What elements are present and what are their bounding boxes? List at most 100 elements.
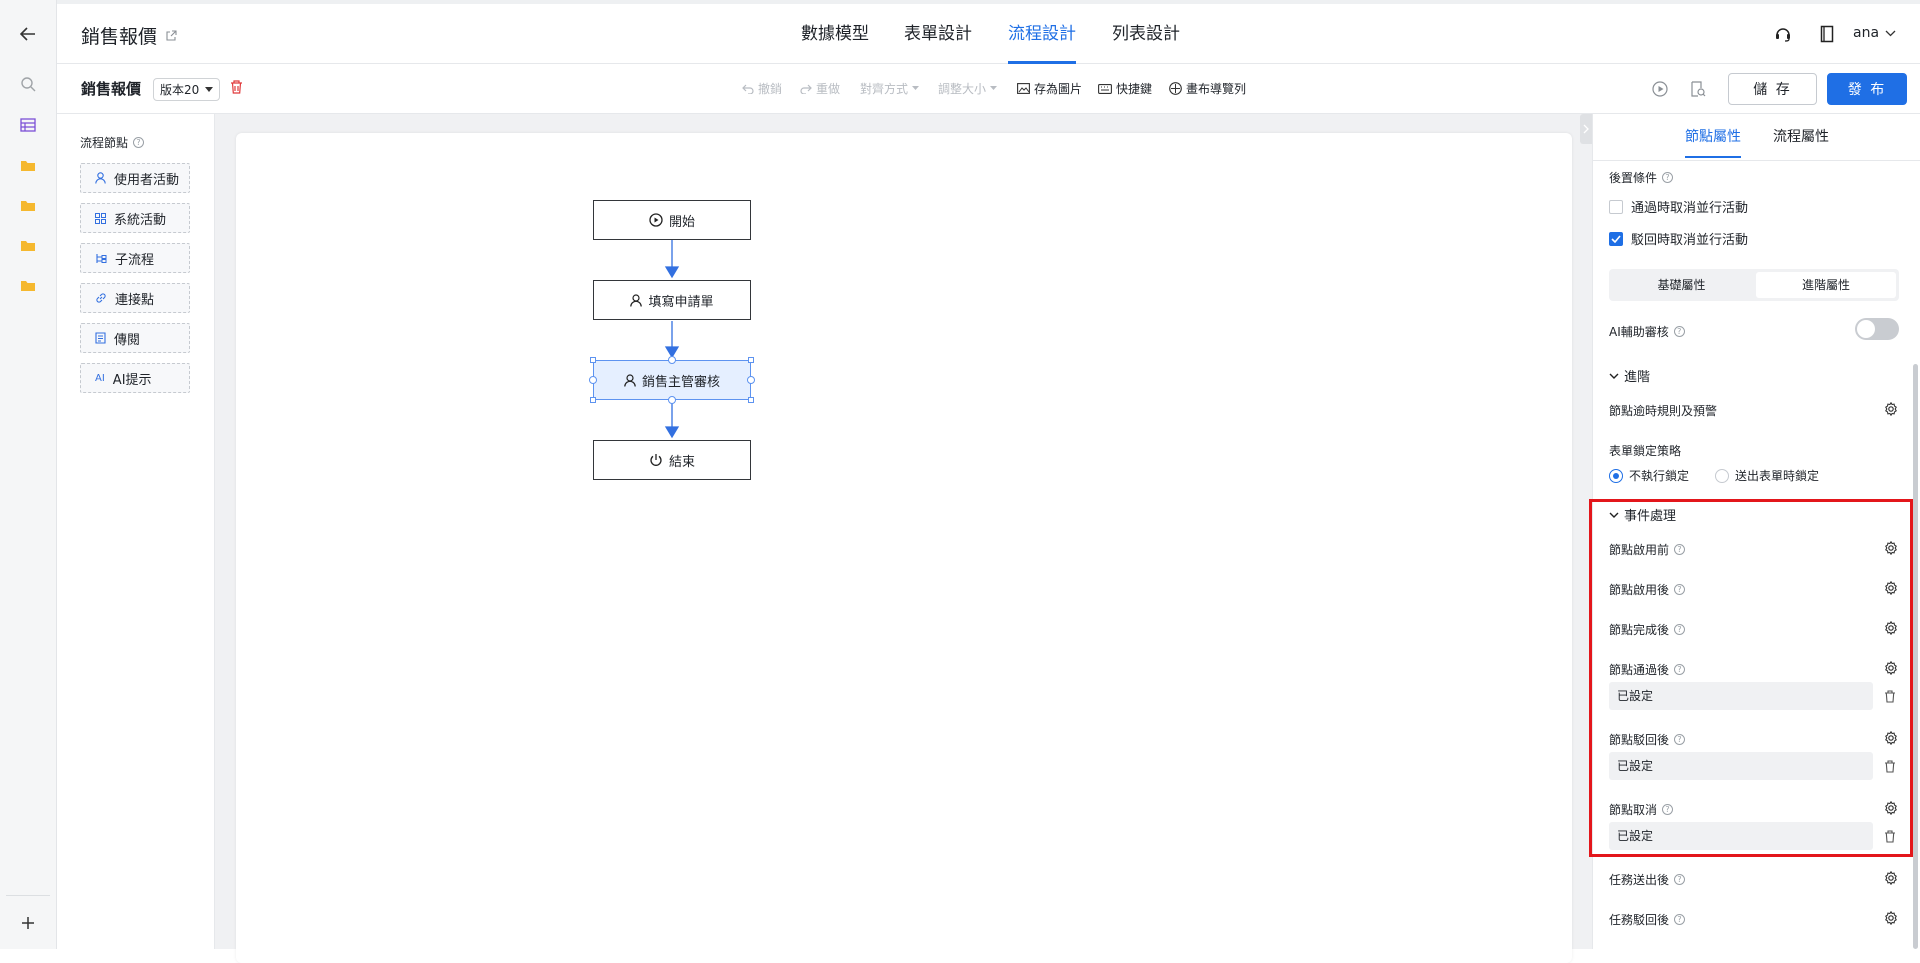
version-label: 版本20	[160, 83, 200, 97]
flow-node-end[interactable]: 結束	[593, 440, 751, 480]
folder-icon[interactable]	[17, 194, 39, 216]
undo-label: 撤銷	[758, 82, 783, 96]
radio-no-lock[interactable]: 不執行鎖定	[1609, 467, 1689, 484]
tab-list-design[interactable]: 列表設計	[1112, 22, 1180, 64]
palette-item-label: 使用者活動	[114, 172, 180, 188]
palette-item-circulate[interactable]: 傳閱	[80, 323, 190, 353]
connect-handle[interactable]	[589, 376, 597, 384]
image-icon	[1017, 83, 1030, 94]
collapse-right-handle[interactable]	[1580, 114, 1592, 144]
publish-button[interactable]: 發 布	[1827, 73, 1907, 105]
app-title: 銷售報價	[81, 22, 177, 49]
align-label: 對齊方式	[860, 82, 909, 96]
save-image-button[interactable]: 存為圖片	[1017, 80, 1082, 97]
tab-form-design[interactable]: 表單設計	[904, 22, 972, 64]
checkbox-label: 通過時取消並行活動	[1631, 201, 1749, 216]
flow-node-label: 填寫申請單	[648, 294, 714, 310]
user-menu[interactable]: ana	[1853, 25, 1896, 41]
segment-advanced[interactable]: 進階屬性	[1756, 272, 1896, 298]
palette-item-system-activity[interactable]: 系統活動	[80, 203, 190, 233]
resize-handle[interactable]	[748, 397, 754, 403]
grid-icon	[95, 212, 106, 224]
run-preview-icon[interactable]	[1652, 81, 1668, 97]
radio-selected[interactable]	[1609, 468, 1623, 483]
palette-item-label: 系統活動	[114, 212, 167, 228]
search-icon[interactable]	[17, 73, 39, 95]
flow-node-start[interactable]: 開始	[593, 200, 751, 240]
connect-handle[interactable]	[668, 396, 676, 404]
gear-icon[interactable]	[1884, 402, 1898, 416]
gear-icon[interactable]	[1884, 871, 1898, 885]
tab-flow-properties[interactable]: 流程屬性	[1773, 126, 1829, 158]
shortcut-button[interactable]: 快捷鍵	[1098, 80, 1152, 97]
user-icon	[95, 172, 106, 184]
resize-label: 調整大小	[938, 82, 987, 96]
help-icon[interactable]: ?	[133, 137, 145, 148]
resize-dropdown[interactable]: 調整大小	[938, 80, 998, 97]
radio-lock-on-submit[interactable]: 送出表單時鎖定	[1715, 467, 1819, 484]
tab-flow-design[interactable]: 流程設計	[1008, 22, 1076, 64]
caret-down-icon	[205, 87, 214, 92]
tab-node-properties[interactable]: 節點屬性	[1685, 126, 1741, 158]
navigator-button[interactable]: 畫布導覽列	[1169, 80, 1246, 97]
checkbox-box-checked[interactable]	[1609, 231, 1623, 246]
flow-canvas[interactable]: 開始 填寫申請單 銷售主管審核 結束	[236, 133, 1572, 963]
subprocess-icon	[95, 253, 107, 264]
checkbox-cancel-on-reject[interactable]: 駁回時取消並行活動	[1609, 229, 1748, 248]
event-label: 任務送出後	[1609, 873, 1670, 887]
version-select[interactable]: 版本20	[153, 78, 221, 101]
table-icon[interactable]	[17, 114, 39, 136]
user-icon	[624, 373, 636, 387]
support-headset-icon[interactable]	[1774, 25, 1792, 43]
resize-handle[interactable]	[748, 357, 754, 363]
back-arrow-icon[interactable]	[17, 23, 39, 45]
panel-scrollbar[interactable]	[1913, 364, 1918, 949]
preview-doc-icon[interactable]	[1691, 81, 1706, 97]
folder-icon[interactable]	[17, 274, 39, 296]
gear-icon[interactable]	[1884, 911, 1898, 925]
palette-item-ai-prompt[interactable]: AI AI提示	[80, 363, 190, 393]
checkbox-box[interactable]	[1609, 199, 1623, 214]
flow-node-fill-form[interactable]: 填寫申請單	[593, 280, 751, 320]
event-label: 任務駁回後	[1609, 913, 1670, 927]
plus-icon[interactable]	[17, 912, 39, 934]
power-icon	[649, 453, 663, 467]
chevron-down-icon	[990, 86, 998, 91]
palette-item-label: 傳閱	[114, 332, 141, 348]
folder-icon[interactable]	[17, 154, 39, 176]
help-icon[interactable]: ?	[1662, 172, 1674, 183]
keyboard-icon	[1098, 83, 1112, 94]
help-icon[interactable]: ?	[1674, 914, 1686, 925]
radio-label: 不執行鎖定	[1629, 469, 1690, 483]
align-dropdown[interactable]: 對齊方式	[860, 80, 920, 97]
delete-version-icon[interactable]	[230, 80, 243, 94]
undo-button[interactable]: 撤銷	[742, 80, 782, 97]
palette-title-text: 流程節點	[80, 136, 129, 150]
checkbox-cancel-on-pass[interactable]: 通過時取消並行活動	[1609, 197, 1748, 216]
palette-item-user-activity[interactable]: 使用者活動	[80, 163, 190, 193]
segment-basic[interactable]: 基礎屬性	[1609, 269, 1754, 301]
resize-handle[interactable]	[590, 397, 596, 403]
link-icon	[95, 292, 107, 304]
resize-handle[interactable]	[590, 357, 596, 363]
save-button[interactable]: 儲 存	[1728, 73, 1817, 105]
property-segment: 基礎屬性 進階屬性	[1609, 269, 1899, 301]
flow-node-label: 開始	[668, 214, 695, 230]
ai-review-toggle[interactable]	[1855, 318, 1899, 340]
design-toolbar: 銷售報價 版本20 撤銷 重做 對齊方式 調整大小 存為圖片 快捷鍵 畫布導覽列…	[57, 64, 1920, 114]
help-icon[interactable]: ?	[1674, 874, 1686, 885]
user-name: ana	[1853, 25, 1880, 41]
book-icon[interactable]	[1820, 25, 1834, 43]
advanced-section-header[interactable]: 進階	[1609, 366, 1650, 385]
palette-item-subprocess[interactable]: 子流程	[80, 243, 190, 273]
connect-handle[interactable]	[747, 376, 755, 384]
help-icon[interactable]: ?	[1673, 326, 1685, 337]
palette-item-connector[interactable]: 連接點	[80, 283, 190, 313]
redo-button[interactable]: 重做	[800, 80, 840, 97]
tab-data-model[interactable]: 數據模型	[801, 22, 869, 64]
connect-handle[interactable]	[668, 356, 676, 364]
radio-unselected[interactable]	[1715, 468, 1729, 483]
folder-icon[interactable]	[17, 234, 39, 256]
flow-node-manager-review[interactable]: 銷售主管審核	[589, 356, 755, 404]
external-link-icon[interactable]	[165, 29, 177, 42]
